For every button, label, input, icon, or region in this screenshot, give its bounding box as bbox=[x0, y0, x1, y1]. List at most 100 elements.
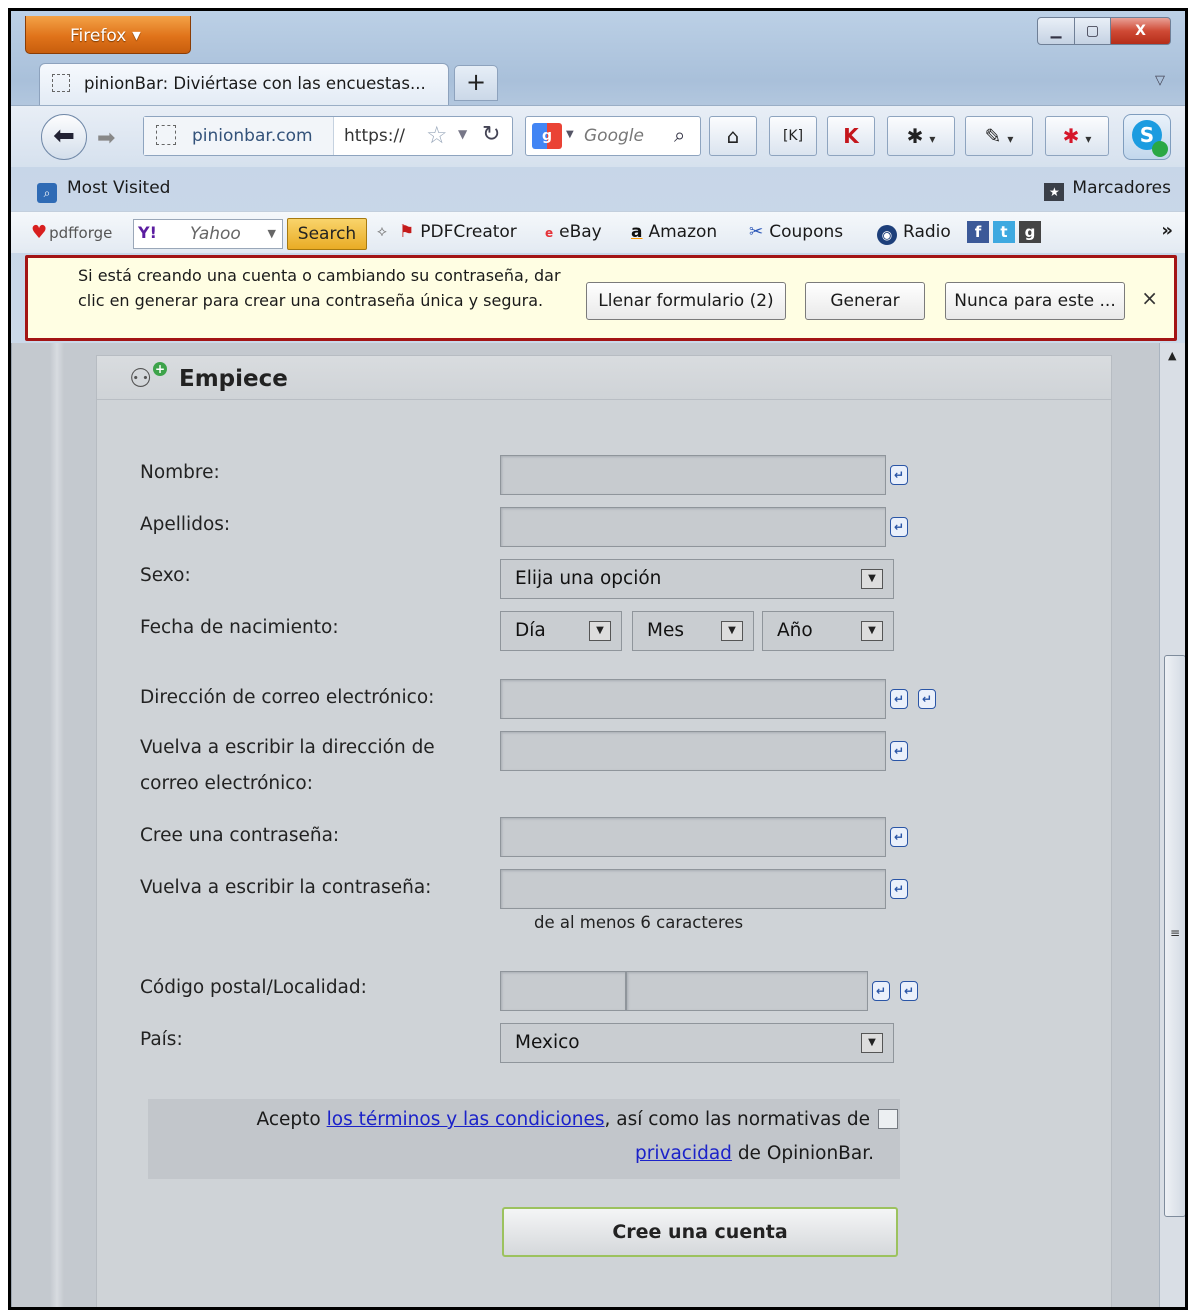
accept-terms-checkbox[interactable] bbox=[878, 1109, 898, 1129]
address-bar[interactable]: pinionbar.com https:// ☆ ▼ ↻ bbox=[143, 116, 513, 156]
pdfcreator-link[interactable]: ⚑ PDFCreator bbox=[399, 222, 517, 242]
privacy-link[interactable]: privacidad bbox=[635, 1143, 732, 1164]
month-select-value: Mes bbox=[647, 620, 684, 641]
autofill-icon[interactable]: ↵ bbox=[900, 981, 918, 1001]
reload-icon[interactable]: ↻ bbox=[482, 122, 500, 147]
month-select[interactable]: Mes ▼ bbox=[632, 611, 754, 651]
pen-icon: ✎ bbox=[984, 124, 1002, 148]
ebay-link[interactable]: e eBay bbox=[545, 222, 602, 242]
twitter-icon[interactable]: t bbox=[993, 221, 1015, 243]
chevron-down-icon: ▼ bbox=[589, 621, 611, 641]
day-select[interactable]: Día ▼ bbox=[500, 611, 622, 651]
skype-button[interactable]: S bbox=[1123, 114, 1171, 160]
scroll-up-arrow-icon[interactable]: ▲ bbox=[1168, 349, 1176, 362]
country-select-value: Mexico bbox=[515, 1032, 580, 1053]
keyboard-addon-button[interactable]: [K] bbox=[769, 116, 817, 156]
autofill-icon[interactable]: ↵ bbox=[890, 827, 908, 847]
postal-label: Código postal/Localidad: bbox=[140, 977, 367, 998]
country-label: País: bbox=[140, 1029, 183, 1050]
tab-active[interactable]: pinionBar: Diviértase con las encuestas.… bbox=[39, 63, 449, 105]
last-name-field[interactable] bbox=[500, 507, 886, 547]
country-select[interactable]: Mexico ▼ bbox=[500, 1023, 894, 1063]
search-icon[interactable]: ⌕ bbox=[674, 123, 685, 147]
yahoo-search-input[interactable]: Y! Yahoo ▼ bbox=[133, 219, 283, 249]
autofill-icon[interactable]: ↵ bbox=[890, 465, 908, 485]
forward-button[interactable]: ➡ bbox=[97, 126, 115, 151]
sex-select[interactable]: Elija una opción ▼ bbox=[500, 559, 894, 599]
home-icon: ⌂ bbox=[726, 124, 740, 148]
new-tab-button[interactable]: + bbox=[454, 65, 498, 101]
facebook-icon[interactable]: f bbox=[967, 221, 989, 243]
amazon-link[interactable]: a Amazon bbox=[631, 222, 717, 242]
locality-field[interactable] bbox=[626, 971, 868, 1011]
pdfforge-logo[interactable]: ♥ pdfforge bbox=[31, 222, 112, 243]
create-account-button[interactable]: Cree una cuenta bbox=[502, 1207, 898, 1257]
scroll-thumb[interactable]: ≡ bbox=[1164, 655, 1185, 1217]
close-window-button[interactable]: X bbox=[1111, 17, 1171, 45]
url-history-dropdown-icon[interactable]: ▼ bbox=[458, 127, 467, 141]
bookmark-most-visited[interactable]: ⌕ Most Visited bbox=[37, 178, 170, 203]
scroll-grip-icon: ≡ bbox=[1170, 926, 1181, 940]
password-confirm-field[interactable] bbox=[500, 869, 886, 909]
autofill-icon[interactable]: ↵ bbox=[918, 689, 936, 709]
google-engine-icon[interactable]: g bbox=[532, 123, 562, 149]
site-identity-button[interactable]: pinionbar.com bbox=[144, 117, 334, 155]
home-button[interactable]: ⌂ bbox=[709, 116, 757, 156]
password-notification-bar: Si está creando una cuenta o cambiando s… bbox=[25, 255, 1177, 341]
bug-icon: ✱ bbox=[906, 124, 924, 148]
kaspersky-button[interactable]: K bbox=[827, 116, 875, 156]
lastpass-button[interactable]: ✱ ▾ bbox=[1045, 116, 1109, 156]
bookmark-star-icon[interactable]: ☆ bbox=[426, 121, 448, 149]
email-confirm-field[interactable] bbox=[500, 731, 886, 771]
pdf-icon: ⚑ bbox=[399, 222, 415, 242]
keyboard-icon: [K] bbox=[782, 128, 804, 144]
day-select-value: Día bbox=[515, 620, 546, 641]
minimize-button[interactable]: ▁ bbox=[1037, 17, 1075, 45]
autofill-icon[interactable]: ↵ bbox=[872, 981, 890, 1001]
chevron-down-icon[interactable]: ▼ bbox=[268, 227, 276, 240]
bug-addon-button[interactable]: ✱ ▾ bbox=[887, 116, 955, 156]
firefox-menu-label: Firefox bbox=[70, 26, 127, 46]
never-for-site-button[interactable]: Nunca para este ... bbox=[945, 282, 1125, 320]
autofill-icon[interactable]: ↵ bbox=[890, 741, 908, 761]
radio-link[interactable]: ◉ Radio bbox=[877, 222, 951, 245]
toolbar-overflow-chevron-icon[interactable]: » bbox=[1161, 220, 1173, 241]
chevron-down-icon: ▾ bbox=[1085, 132, 1092, 146]
yahoo-search-button[interactable]: Search bbox=[287, 218, 367, 250]
generate-password-button[interactable]: Generar bbox=[805, 282, 925, 320]
firefox-menu-button[interactable]: Firefox ▼ bbox=[25, 16, 191, 54]
tab-list-dropdown-icon[interactable]: ▽ bbox=[1155, 73, 1165, 88]
coupons-link[interactable]: ✂ Coupons bbox=[749, 222, 843, 242]
autofill-icon[interactable]: ↵ bbox=[890, 879, 908, 899]
maximize-button[interactable]: ▢ bbox=[1075, 17, 1111, 45]
pdfcreator-label: PDFCreator bbox=[420, 222, 517, 242]
postal-code-field[interactable] bbox=[500, 971, 626, 1011]
autofill-icon[interactable]: ↵ bbox=[890, 689, 908, 709]
year-select[interactable]: Año ▼ bbox=[762, 611, 894, 651]
pdfforge-label: pdfforge bbox=[49, 224, 113, 242]
close-notification-icon[interactable]: × bbox=[1141, 286, 1158, 310]
search-engine-placeholder: Google bbox=[584, 126, 644, 146]
terms-link[interactable]: los términos y las condiciones bbox=[327, 1109, 605, 1130]
autofill-icon[interactable]: ↵ bbox=[890, 517, 908, 537]
fill-form-button[interactable]: Llenar formulario (2) bbox=[586, 282, 786, 320]
email-field[interactable] bbox=[500, 679, 886, 719]
google-plus-icon[interactable]: g bbox=[1019, 221, 1041, 243]
coupons-icon: ✂ bbox=[749, 222, 764, 242]
yahoo-logo[interactable]: Y! bbox=[138, 223, 157, 242]
bookmarks-menu-label: Marcadores bbox=[1072, 178, 1171, 198]
email-label: Dirección de correo electrónico: bbox=[140, 687, 435, 708]
page-scrollbar[interactable]: ▲ ≡ bbox=[1159, 343, 1185, 1307]
bookmarks-menu-button[interactable]: ★ Marcadores bbox=[1044, 178, 1171, 201]
search-engine-dropdown-icon[interactable]: ▼ bbox=[566, 129, 574, 140]
search-bar[interactable]: g ▼ Google ⌕ bbox=[525, 116, 701, 156]
back-button[interactable]: ⬅ bbox=[41, 114, 87, 160]
password-field[interactable] bbox=[500, 817, 886, 857]
notification-message: Si está creando una cuenta o cambiando s… bbox=[78, 266, 561, 310]
pen-addon-button[interactable]: ✎ ▾ bbox=[965, 116, 1033, 156]
radio-icon: ◉ bbox=[877, 225, 897, 245]
lastpass-icon: ✱ bbox=[1062, 124, 1080, 148]
first-name-field[interactable] bbox=[500, 455, 886, 495]
url-text[interactable]: https:// bbox=[344, 126, 405, 146]
toolbar-grip-icon[interactable]: ⟡ bbox=[377, 222, 387, 240]
